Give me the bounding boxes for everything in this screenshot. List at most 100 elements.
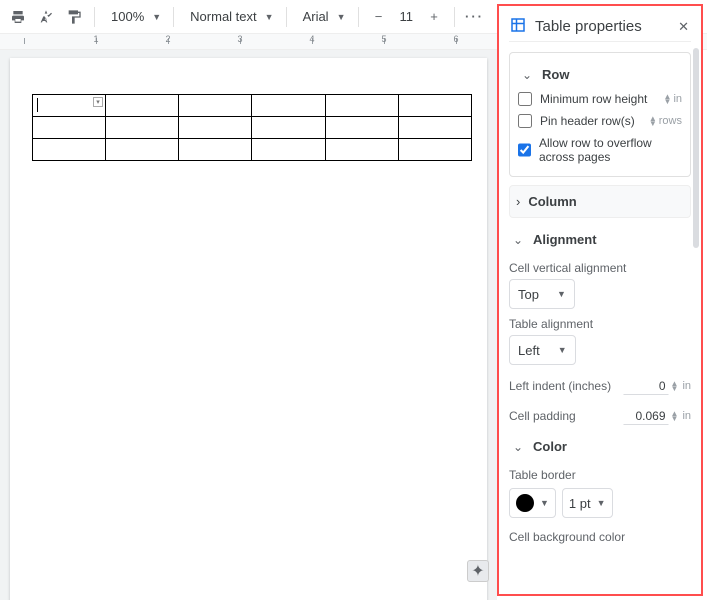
table-cell[interactable] <box>325 95 398 117</box>
cell-vertical-alignment-label: Cell vertical alignment <box>509 261 691 275</box>
font-size-value[interactable]: 11 <box>395 8 419 25</box>
font-size-increase[interactable]: + <box>422 5 446 29</box>
zoom-value: 100% <box>107 9 148 24</box>
table-border-label: Table border <box>509 468 691 482</box>
min-row-height-checkbox[interactable] <box>518 92 532 106</box>
stepper-icon[interactable]: ▲▼ <box>664 94 672 104</box>
chevron-down-icon: ▼ <box>557 289 566 299</box>
chevron-down-icon: ▼ <box>558 345 567 355</box>
cell-padding-unit: in <box>682 410 691 422</box>
left-indent-label: Left indent (inches) <box>509 379 623 393</box>
stepper-icon[interactable]: ▲▼ <box>649 116 657 126</box>
cell-padding-input[interactable] <box>623 407 669 425</box>
cell-vertical-alignment-value: Top <box>518 287 539 302</box>
font-size-decrease[interactable]: − <box>367 5 391 29</box>
style-value: Normal text <box>186 9 260 24</box>
pin-header-unit: rows <box>659 115 682 127</box>
chevron-down-icon: ▼ <box>337 12 346 22</box>
paint-format-icon[interactable] <box>62 5 86 29</box>
print-icon[interactable] <box>6 5 30 29</box>
overflow-checkbox[interactable] <box>518 143 531 157</box>
min-row-height-label: Minimum row height <box>540 92 647 106</box>
ruler-mark: 3 <box>237 34 242 44</box>
table-cell[interactable] <box>252 139 325 161</box>
table-border-width-value: 1 pt <box>569 496 591 511</box>
pin-header-label: Pin header row(s) <box>540 114 635 128</box>
cell-options-handle[interactable]: ▾ <box>93 97 103 107</box>
section-row-title: Row <box>542 67 569 82</box>
table-cell[interactable] <box>179 95 252 117</box>
document-canvas[interactable]: ▾ <box>0 50 497 600</box>
ruler-mark: 4 <box>309 34 314 44</box>
table-cell[interactable] <box>179 117 252 139</box>
section-column-header[interactable]: › Column <box>509 185 691 218</box>
table-cell[interactable]: ▾ <box>33 95 106 117</box>
table-cell[interactable] <box>33 139 106 161</box>
explore-button[interactable]: ✦ <box>467 560 489 582</box>
table-cell[interactable] <box>106 95 179 117</box>
table-properties-icon <box>509 16 527 37</box>
chevron-right-icon: › <box>516 194 520 209</box>
pin-header-checkbox[interactable] <box>518 114 532 128</box>
section-alignment-title: Alignment <box>533 232 597 247</box>
table-cell[interactable] <box>179 139 252 161</box>
table-cell[interactable] <box>325 139 398 161</box>
table-cell[interactable] <box>106 117 179 139</box>
min-row-height-unit: in <box>673 93 682 105</box>
document-page[interactable]: ▾ <box>10 58 487 600</box>
close-button[interactable]: ✕ <box>676 17 691 37</box>
table-border-width-select[interactable]: 1 pt ▼ <box>562 488 613 518</box>
section-color-header[interactable]: ⌄ Color <box>509 433 691 460</box>
table-cell[interactable] <box>252 95 325 117</box>
table-border-color-picker[interactable]: ▼ <box>509 488 556 518</box>
chevron-down-icon: ⌄ <box>520 68 534 82</box>
paragraph-style-dropdown[interactable]: Normal text ▼ <box>182 9 277 24</box>
table-row <box>33 117 472 139</box>
zoom-dropdown[interactable]: 100% ▼ <box>103 9 165 24</box>
panel-scrollbar[interactable] <box>693 48 699 588</box>
chevron-down-icon: ⌄ <box>511 440 525 454</box>
section-row: ⌄ Row Minimum row height ▲▼in Pin header… <box>509 52 691 177</box>
panel-title: Table properties <box>535 18 642 35</box>
chevron-down-icon: ▼ <box>265 12 274 22</box>
table-row <box>33 139 472 161</box>
color-swatch <box>516 494 534 512</box>
ruler-mark: 2 <box>165 34 170 44</box>
text-cursor <box>37 98 38 112</box>
spellcheck-icon[interactable] <box>34 5 58 29</box>
table-cell[interactable] <box>398 139 471 161</box>
font-dropdown[interactable]: Arial▼ <box>295 9 350 24</box>
table-alignment-value: Left <box>518 343 540 358</box>
table-cell[interactable] <box>398 95 471 117</box>
table-cell[interactable] <box>325 117 398 139</box>
table-row: ▾ <box>33 95 472 117</box>
table-alignment-select[interactable]: Left ▼ <box>509 335 576 365</box>
left-indent-unit: in <box>682 380 691 392</box>
chevron-down-icon: ▼ <box>597 498 606 508</box>
left-indent-input[interactable] <box>623 377 669 395</box>
toolbar-more[interactable]: ··· <box>465 9 484 24</box>
table-properties-panel: Table properties ✕ ⌄ Row Minimum row hei… <box>497 4 703 596</box>
chevron-down-icon: ⌄ <box>511 233 525 247</box>
cell-padding-label: Cell padding <box>509 409 623 423</box>
cell-padding-stepper[interactable]: ▲▼ <box>671 411 679 421</box>
chevron-down-icon: ▼ <box>540 498 549 508</box>
overflow-label: Allow row to overflow across pages <box>539 136 682 164</box>
section-color-title: Color <box>533 439 567 454</box>
table-cell[interactable] <box>398 117 471 139</box>
section-alignment-header[interactable]: ⌄ Alignment <box>509 226 691 253</box>
document-table[interactable]: ▾ <box>32 94 472 161</box>
ruler-mark: 1 <box>93 34 98 44</box>
table-alignment-label: Table alignment <box>509 317 691 331</box>
chevron-down-icon: ▼ <box>152 12 161 22</box>
left-indent-stepper[interactable]: ▲▼ <box>671 381 679 391</box>
section-column-title: Column <box>528 194 576 209</box>
table-cell[interactable] <box>33 117 106 139</box>
cell-background-label: Cell background color <box>509 530 691 544</box>
section-row-header[interactable]: ⌄ Row <box>518 61 682 88</box>
ruler-mark: 5 <box>381 34 386 44</box>
table-cell[interactable] <box>252 117 325 139</box>
ruler-mark: 6 <box>453 34 458 44</box>
cell-vertical-alignment-select[interactable]: Top ▼ <box>509 279 575 309</box>
table-cell[interactable] <box>106 139 179 161</box>
